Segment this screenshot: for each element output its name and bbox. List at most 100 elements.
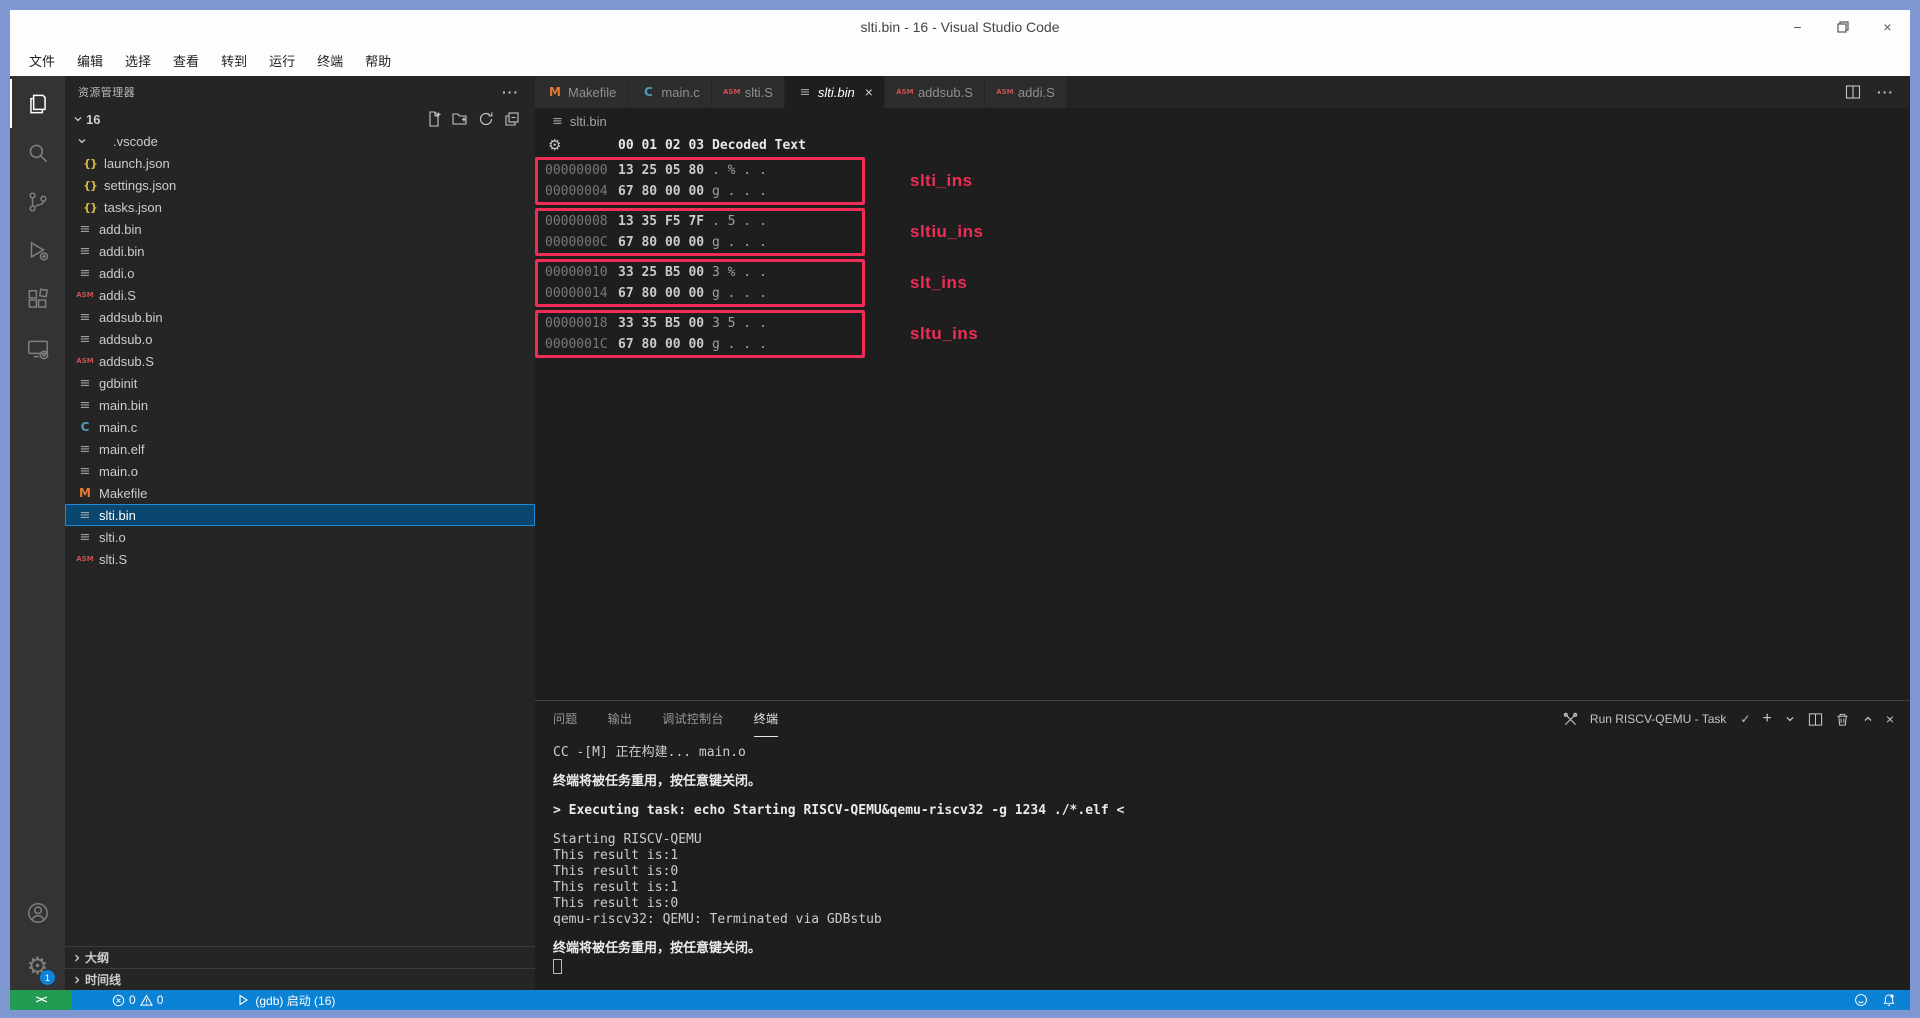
- sidebar-more-actions-button[interactable]: ···: [502, 84, 519, 100]
- gear-icon[interactable]: ⚙: [548, 136, 564, 154]
- panel-tab[interactable]: 终端: [754, 701, 779, 737]
- minimize-button[interactable]: −: [1775, 10, 1820, 44]
- timeline-section[interactable]: 时间线: [65, 968, 535, 990]
- editor-tab[interactable]: ASM slti.S: [712, 76, 785, 108]
- close-panel-icon[interactable]: ×: [1886, 711, 1894, 727]
- menu-item[interactable]: 编辑: [69, 47, 111, 74]
- hex-bytes[interactable]: 33 25 B5 00: [618, 265, 712, 280]
- hex-row[interactable]: 0000001C 67 80 00 00 g . . .: [538, 334, 862, 355]
- problems-status[interactable]: 0 0: [106, 990, 169, 1010]
- new-folder-icon[interactable]: [452, 111, 468, 127]
- editor-actions: ···: [1845, 76, 1910, 108]
- hex-bytes[interactable]: 13 25 05 80: [618, 163, 712, 178]
- close-window-button[interactable]: ×: [1865, 10, 1910, 44]
- terminal-task-label[interactable]: Run RISCV-QEMU - Task: [1590, 712, 1726, 726]
- tree-item[interactable]: ASM addi.S: [65, 284, 535, 306]
- file-name: addsub.S: [99, 354, 154, 369]
- maximize-panel-icon[interactable]: [1862, 713, 1874, 725]
- tree-root-folder[interactable]: 16: [65, 108, 535, 130]
- hex-row[interactable]: 0000000C 67 80 00 00 g . . .: [538, 232, 862, 253]
- hex-row[interactable]: 00000004 67 80 00 00 g . . .: [538, 181, 862, 202]
- menu-item[interactable]: 终端: [309, 47, 351, 74]
- menu-item[interactable]: 帮助: [357, 47, 399, 74]
- more-actions-icon[interactable]: ···: [1877, 84, 1894, 100]
- hex-bytes[interactable]: 67 80 00 00: [618, 337, 712, 352]
- menu-item[interactable]: 转到: [213, 47, 255, 74]
- tree-item[interactable]: ≡ slti.o: [65, 526, 535, 548]
- breadcrumb[interactable]: ≡ slti.bin: [535, 108, 1910, 134]
- close-tab-icon[interactable]: ×: [865, 84, 873, 100]
- editor-tab[interactable]: M Makefile: [535, 76, 628, 108]
- split-editor-icon[interactable]: [1845, 84, 1861, 100]
- tree-item[interactable]: C main.c: [65, 416, 535, 438]
- hex-row[interactable]: 00000008 13 35 F5 7F . 5 . .: [538, 211, 862, 232]
- tree-item[interactable]: ≡ main.o: [65, 460, 535, 482]
- new-file-icon[interactable]: [426, 111, 442, 127]
- new-terminal-button[interactable]: +: [1762, 710, 1771, 728]
- hex-row[interactable]: 00000018 33 35 B5 00 3 5 . .: [538, 313, 862, 334]
- menu-item[interactable]: 文件: [21, 47, 63, 74]
- debug-status[interactable]: (gdb) 启动 (16): [231, 990, 341, 1010]
- activity-source-control-button[interactable]: [10, 177, 65, 226]
- annotation-box-slti: 00000000 13 25 05 80 . % . . 00000004 67…: [535, 157, 865, 205]
- editor-tab[interactable]: ASM addi.S: [985, 76, 1067, 108]
- activity-extensions-button[interactable]: [10, 275, 65, 324]
- remote-indicator[interactable]: ><: [10, 990, 72, 1010]
- chevron-down-icon[interactable]: [1784, 713, 1796, 725]
- settings-button[interactable]: ⚙ 1: [10, 941, 65, 990]
- tree-item[interactable]: M Makefile: [65, 482, 535, 504]
- tree-item[interactable]: ASM slti.S: [65, 548, 535, 570]
- tree-item[interactable]: ≡ addi.bin: [65, 240, 535, 262]
- panel-tab[interactable]: 调试控制台: [662, 701, 724, 737]
- panel-tab[interactable]: 输出: [608, 701, 633, 737]
- tree-item[interactable]: ≡ add.bin: [65, 218, 535, 240]
- hex-bytes[interactable]: 33 35 B5 00: [618, 316, 712, 331]
- kill-terminal-icon[interactable]: [1835, 712, 1850, 727]
- menu-item[interactable]: 选择: [117, 47, 159, 74]
- account-button[interactable]: [10, 888, 65, 937]
- hex-bytes[interactable]: 67 80 00 00: [618, 235, 712, 250]
- panel-tab[interactable]: 问题: [553, 701, 578, 737]
- editor-tab[interactable]: ASM addsub.S: [885, 76, 985, 108]
- hex-bytes[interactable]: 67 80 00 00: [618, 184, 712, 199]
- activity-search-button[interactable]: [10, 128, 65, 177]
- menu-item[interactable]: 运行: [261, 47, 303, 74]
- tree-item[interactable]: {} launch.json: [65, 152, 535, 174]
- close-icon: ×: [1883, 19, 1891, 35]
- annotation-label: slti_ins: [910, 171, 973, 191]
- hex-row[interactable]: 00000014 67 80 00 00 g . . .: [538, 283, 862, 304]
- editor-tab[interactable]: ≡ slti.bin ×: [785, 76, 885, 108]
- menu-item[interactable]: 查看: [165, 47, 207, 74]
- tree-item[interactable]: ≡ gdbinit: [65, 372, 535, 394]
- tree-item[interactable]: ≡ slti.bin: [65, 504, 535, 526]
- tree-item[interactable]: .vscode: [65, 130, 535, 152]
- hex-row[interactable]: 00000000 13 25 05 80 . % . .: [538, 160, 862, 181]
- collapse-all-icon[interactable]: [504, 111, 520, 127]
- hex-row[interactable]: 00000010 33 25 B5 00 3 % . .: [538, 262, 862, 283]
- terminal-output[interactable]: CC -[M] 正在构建... main.o终端将被任务重用，按任意键关闭。> …: [535, 737, 1910, 990]
- tree-item[interactable]: ≡ addi.o: [65, 262, 535, 284]
- hex-bytes[interactable]: 13 35 F5 7F: [618, 214, 712, 229]
- file-name: slti.S: [99, 552, 127, 567]
- notifications-bell-icon[interactable]: [1882, 993, 1896, 1007]
- activity-explorer-button[interactable]: [10, 79, 65, 128]
- tree-item[interactable]: ≡ addsub.o: [65, 328, 535, 350]
- activity-run-debug-button[interactable]: [10, 226, 65, 275]
- activity-remote-explorer-button[interactable]: [10, 324, 65, 373]
- breadcrumb-item[interactable]: slti.bin: [570, 114, 607, 129]
- annotation-label: sltu_ins: [910, 324, 978, 344]
- hex-bytes[interactable]: 67 80 00 00: [618, 286, 712, 301]
- vscode-window: slti.bin - 16 - Visual Studio Code − × 文…: [10, 10, 1910, 1010]
- tree-item[interactable]: ASM addsub.S: [65, 350, 535, 372]
- tree-item[interactable]: ≡ main.elf: [65, 438, 535, 460]
- split-terminal-icon[interactable]: [1808, 712, 1823, 727]
- refresh-icon[interactable]: [478, 111, 494, 127]
- feedback-icon[interactable]: [1854, 993, 1868, 1007]
- outline-section[interactable]: 大纲: [65, 946, 535, 968]
- editor-tab[interactable]: C main.c: [628, 76, 711, 108]
- tree-item[interactable]: ≡ addsub.bin: [65, 306, 535, 328]
- restore-button[interactable]: [1820, 10, 1865, 44]
- tree-item[interactable]: ≡ main.bin: [65, 394, 535, 416]
- tree-item[interactable]: {} settings.json: [65, 174, 535, 196]
- tree-item[interactable]: {} tasks.json: [65, 196, 535, 218]
